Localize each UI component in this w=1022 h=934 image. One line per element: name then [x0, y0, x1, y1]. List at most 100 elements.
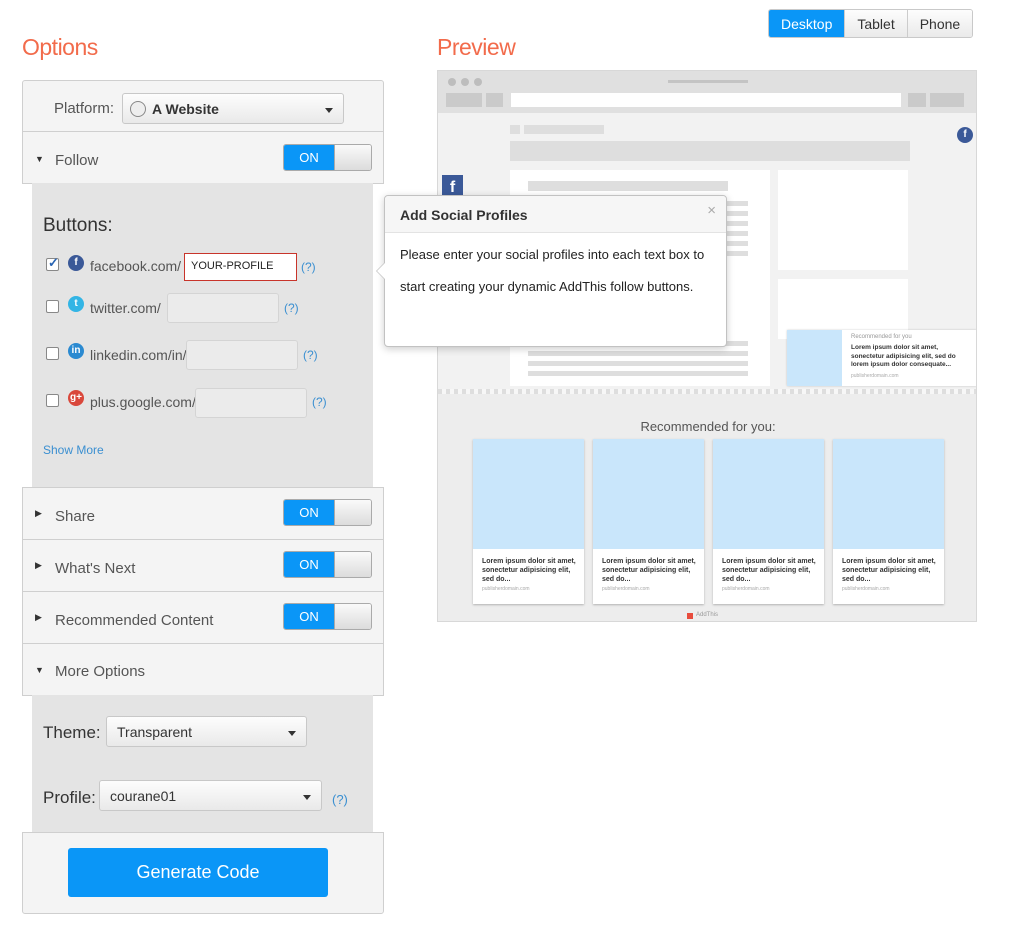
- follow-toggle-on: ON: [284, 145, 334, 170]
- mock-block: [510, 141, 910, 161]
- mock-line: [528, 361, 748, 366]
- recommended-card: Lorem ipsum dolor sit amet, sonectetur a…: [473, 439, 584, 604]
- device-toggle: Desktop Tablet Phone: [768, 9, 974, 38]
- google-help[interactable]: (?): [312, 395, 327, 409]
- more-options-label: More Options: [55, 663, 146, 680]
- linkedin-help[interactable]: (?): [303, 348, 318, 362]
- triangle-down-icon: ▼: [35, 154, 44, 164]
- share-toggle-on: ON: [284, 500, 334, 525]
- addthis-logo-icon: [687, 613, 693, 619]
- options-heading: Options: [22, 34, 98, 60]
- card-domain: publisherdomain.com: [722, 586, 770, 592]
- toggle-knob: [334, 552, 371, 577]
- recommended-label: Recommended Content: [55, 612, 214, 629]
- side-rec-title: Lorem ipsum dolor sit amet, sonectetur a…: [851, 344, 956, 368]
- show-more-link[interactable]: Show More: [43, 443, 104, 457]
- generate-code-button[interactable]: Generate Code: [68, 848, 328, 897]
- triangle-right-icon: ▶: [35, 612, 42, 622]
- social-profiles-popover: Add Social Profiles × Please enter your …: [376, 195, 727, 347]
- device-tablet-button[interactable]: Tablet: [844, 10, 907, 37]
- google-plus-icon: g+: [68, 390, 84, 406]
- buttons-heading: Buttons:: [43, 215, 113, 236]
- platform-row: Platform: A Website: [22, 80, 384, 132]
- share-label: Share: [55, 508, 96, 525]
- mock-block: [524, 125, 604, 134]
- chevron-down-icon: [288, 730, 296, 736]
- window-dot-icon: [474, 78, 482, 86]
- google-profile-input[interactable]: [195, 388, 307, 418]
- whats-next-toggle-on: ON: [284, 552, 334, 577]
- recommended-card: Lorem ipsum dolor sit amet, sonectetur a…: [833, 439, 944, 604]
- platform-label: Platform:: [54, 100, 115, 117]
- card-domain: publisherdomain.com: [842, 586, 890, 592]
- device-desktop-button[interactable]: Desktop: [769, 10, 845, 37]
- recommended-heading: Recommended for you:: [640, 419, 776, 434]
- facebook-profile-input[interactable]: YOUR-PROFILE: [184, 253, 297, 281]
- twitter-profile-input[interactable]: [167, 293, 279, 323]
- mock-line: [528, 351, 748, 356]
- mock-block: [510, 125, 520, 134]
- platform-select[interactable]: A Website: [122, 93, 344, 124]
- theme-select[interactable]: Transparent: [106, 716, 307, 747]
- triangle-right-icon: ▶: [35, 560, 42, 570]
- preview-heading: Preview: [437, 34, 516, 60]
- facebook-icon: f: [68, 255, 84, 271]
- twitter-label: twitter.com/: [90, 300, 161, 316]
- follow-label: Follow: [55, 152, 99, 169]
- linkedin-profile-input[interactable]: [186, 340, 298, 370]
- profile-label: Profile:: [43, 788, 96, 807]
- profile-help[interactable]: (?): [332, 792, 348, 807]
- facebook-profile-value: YOUR-PROFILE: [191, 260, 274, 272]
- share-section-header[interactable]: ▶ Share ON: [22, 487, 384, 540]
- globe-icon: [130, 101, 146, 117]
- chevron-down-icon: [303, 794, 311, 800]
- share-toggle[interactable]: ON: [283, 499, 372, 526]
- mock-block: [528, 181, 728, 191]
- mock-nav-button: [446, 93, 482, 107]
- google-checkbox[interactable]: [46, 394, 59, 407]
- whats-next-section-header[interactable]: ▶ What's Next ON: [22, 539, 384, 592]
- toggle-knob: [334, 604, 371, 629]
- platform-value: A Website: [152, 101, 219, 117]
- recommended-card: Lorem ipsum dolor sit amet, sonectetur a…: [593, 439, 704, 604]
- recommended-section-header[interactable]: ▶ Recommended Content ON: [22, 591, 384, 644]
- side-rec-domain: publisherdomain.com: [851, 373, 899, 379]
- facebook-checkbox[interactable]: ✓: [46, 255, 59, 271]
- follow-body: Buttons: ✓ f facebook.com/ YOUR-PROFILE …: [32, 183, 373, 488]
- facebook-follow-icon: f: [957, 127, 973, 143]
- mock-side-box: [778, 170, 908, 270]
- facebook-help[interactable]: (?): [301, 260, 316, 274]
- google-label: plus.google.com/: [90, 394, 196, 410]
- recommended-card: Lorem ipsum dolor sit amet, sonectetur a…: [713, 439, 824, 604]
- twitter-checkbox[interactable]: [46, 300, 59, 313]
- more-options-section-header[interactable]: ▼ More Options: [22, 643, 384, 696]
- mock-nav-button: [908, 93, 926, 107]
- close-icon[interactable]: ×: [707, 202, 716, 219]
- whats-next-label: What's Next: [55, 560, 136, 577]
- whats-next-toggle[interactable]: ON: [283, 551, 372, 578]
- side-rec-image: [787, 330, 842, 386]
- theme-label: Theme:: [43, 723, 101, 742]
- follow-section-header[interactable]: ▼ Follow ON: [22, 131, 384, 184]
- profile-select[interactable]: courane01: [99, 780, 322, 811]
- card-title: Lorem ipsum dolor sit amet, sonectetur a…: [482, 558, 576, 583]
- twitter-help[interactable]: (?): [284, 301, 299, 315]
- popover-title: Add Social Profiles: [385, 196, 726, 233]
- toggle-knob: [334, 500, 371, 525]
- mock-address-bar: [511, 93, 901, 107]
- recommended-toggle[interactable]: ON: [283, 603, 372, 630]
- popover-arrow-inner: [377, 263, 385, 279]
- card-domain: publisherdomain.com: [482, 586, 530, 592]
- device-phone-button[interactable]: Phone: [906, 10, 973, 37]
- follow-toggle[interactable]: ON: [283, 144, 372, 171]
- card-title: Lorem ipsum dolor sit amet, sonectetur a…: [602, 558, 696, 583]
- window-dot-icon: [461, 78, 469, 86]
- check-icon: ✓: [48, 255, 59, 270]
- recommended-toggle-on: ON: [284, 604, 334, 629]
- triangle-down-icon: ▼: [35, 665, 44, 675]
- linkedin-checkbox[interactable]: [46, 347, 59, 360]
- card-title: Lorem ipsum dolor sit amet, sonectetur a…: [722, 558, 816, 583]
- window-dot-icon: [448, 78, 456, 86]
- popover-body: Please enter your social profiles into e…: [400, 247, 705, 294]
- mock-title-bar: [668, 80, 748, 83]
